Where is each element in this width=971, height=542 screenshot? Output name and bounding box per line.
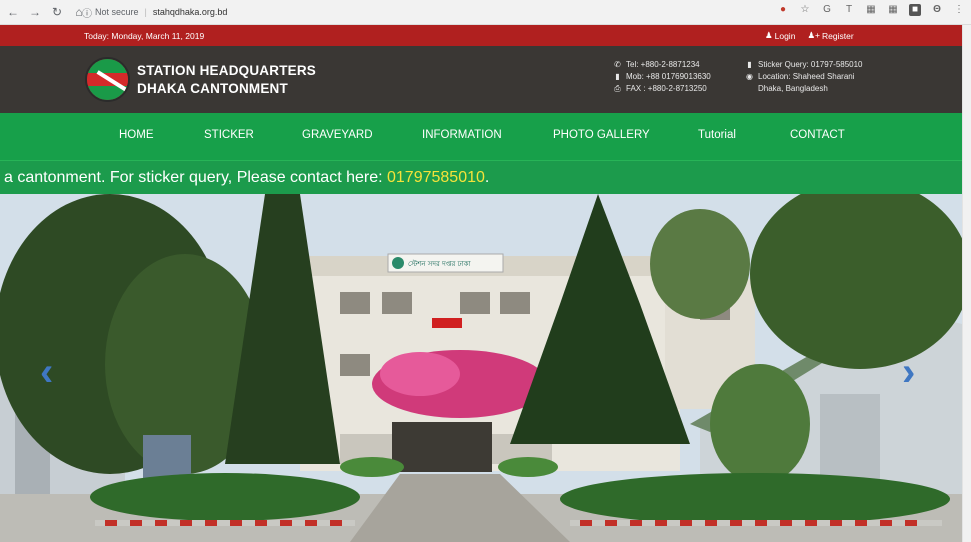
- login-label: Login: [774, 30, 796, 41]
- main-nav: HOME STICKER GRAVEYARD INFORMATION PHOTO…: [0, 113, 962, 160]
- web-page: Today: Monday, March 11, 2019 ♟ Login ♟+ R…: [0, 25, 962, 542]
- nav-contact[interactable]: CONTACT: [790, 129, 845, 141]
- slider-next-icon[interactable]: ›: [902, 352, 915, 392]
- forward-icon[interactable]: →: [26, 3, 44, 21]
- nav-photo-gallery[interactable]: PHOTO GALLERY: [553, 129, 650, 141]
- site-title[interactable]: STATION HEADQUARTERS DHAKA CANTONMENT: [137, 62, 316, 98]
- mobile-icon: ▮: [615, 72, 620, 81]
- omnibox-separator: |: [144, 7, 147, 17]
- ticker-phone: 01797585010: [387, 169, 485, 186]
- google-icon[interactable]: G: [821, 4, 833, 16]
- mob-text: Mob: +88 01769013630: [626, 72, 711, 81]
- add-user-icon: ♟+: [807, 30, 821, 40]
- site-title-line1: STATION HEADQUARTERS: [137, 63, 316, 78]
- nav-home[interactable]: HOME: [119, 129, 154, 141]
- auth-links: ♟ Login ♟+ Register: [765, 30, 854, 41]
- info-icon[interactable]: ⓘ: [82, 5, 92, 20]
- browser-toolbar: ← → ↻ ⌂ ⓘ Not secure | stahqdhaka.org.bd…: [0, 0, 971, 25]
- nav-information[interactable]: INFORMATION: [422, 129, 502, 141]
- nav-sticker[interactable]: STICKER: [204, 129, 254, 141]
- register-label: Register: [822, 30, 854, 41]
- hero-photo: স্টেশন সদর দপ্তর ঢাকা: [0, 194, 962, 542]
- location-icon: ◉: [746, 72, 753, 81]
- sticker-query-text: Sticker Query: 01797-585010: [758, 60, 863, 69]
- profile-icon[interactable]: Θ: [931, 4, 943, 16]
- building-sign-text: স্টেশন সদর দপ্তর ঢাকা: [408, 259, 472, 268]
- top-bar: Today: Monday, March 11, 2019 ♟ Login ♟+ R…: [0, 25, 962, 46]
- ticker-text: a cantonment. For sticker query, Please …: [4, 169, 387, 186]
- location-text-2: Dhaka, Bangladesh: [758, 84, 828, 93]
- site-title-line2: DHAKA CANTONMENT: [137, 81, 288, 96]
- back-icon[interactable]: ←: [4, 3, 22, 21]
- user-icon: ♟: [765, 30, 773, 40]
- hero-slider: স্টেশন সদর দপ্তর ঢাকা ‹ ›: [0, 194, 962, 542]
- bookmark-star-icon[interactable]: ☆: [799, 4, 811, 16]
- translate-icon[interactable]: T: [843, 4, 855, 16]
- tel-text: Tel: +880-2-8871234: [626, 60, 700, 69]
- contact-info: ✆ Tel: +880-2-8871234 ▮ Mob: +88 017690136…: [613, 59, 711, 95]
- nav-graveyard[interactable]: GRAVEYARD: [302, 129, 373, 141]
- location-text: Location: Shaheed Sharani: [758, 72, 855, 81]
- register-link[interactable]: ♟+ Register: [807, 30, 853, 41]
- query-info: ▮ Sticker Query: 01797-585010 ◉ Location: …: [745, 59, 863, 95]
- security-label: Not secure: [95, 7, 139, 17]
- extension-icon[interactable]: ▦: [865, 4, 877, 16]
- extension-icon[interactable]: ■: [909, 4, 921, 16]
- ticker-end: .: [484, 169, 490, 186]
- fax-icon: ⎙: [614, 84, 621, 93]
- phone-icon: ✆: [614, 60, 621, 69]
- reload-icon[interactable]: ↻: [48, 3, 66, 21]
- scrollbar[interactable]: [962, 25, 971, 542]
- address-bar[interactable]: ⓘ Not secure | stahqdhaka.org.bd: [82, 3, 722, 21]
- fax-text: FAX : +880-2-8713250: [626, 84, 707, 93]
- login-link[interactable]: ♟ Login: [765, 30, 795, 41]
- slider-prev-icon[interactable]: ‹: [40, 352, 53, 392]
- nav-tutorial[interactable]: Tutorial: [698, 129, 736, 141]
- url-text[interactable]: stahqdhaka.org.bd: [153, 7, 228, 17]
- extension-icon[interactable]: ▦: [887, 4, 899, 16]
- extensions-area: ● ☆ G T ▦ ▦ ■ Θ ⋮: [777, 4, 965, 16]
- date-text: Today: Monday, March 11, 2019: [84, 31, 205, 41]
- site-header: STATION HEADQUARTERS DHAKA CANTONMENT ✆ T…: [0, 46, 962, 113]
- menu-icon[interactable]: ⋮: [953, 4, 965, 16]
- news-ticker: a cantonment. For sticker query, Please …: [0, 160, 962, 194]
- mobile-icon: ▮: [747, 60, 752, 69]
- extension-icon[interactable]: ●: [777, 4, 789, 16]
- site-logo[interactable]: [85, 57, 130, 102]
